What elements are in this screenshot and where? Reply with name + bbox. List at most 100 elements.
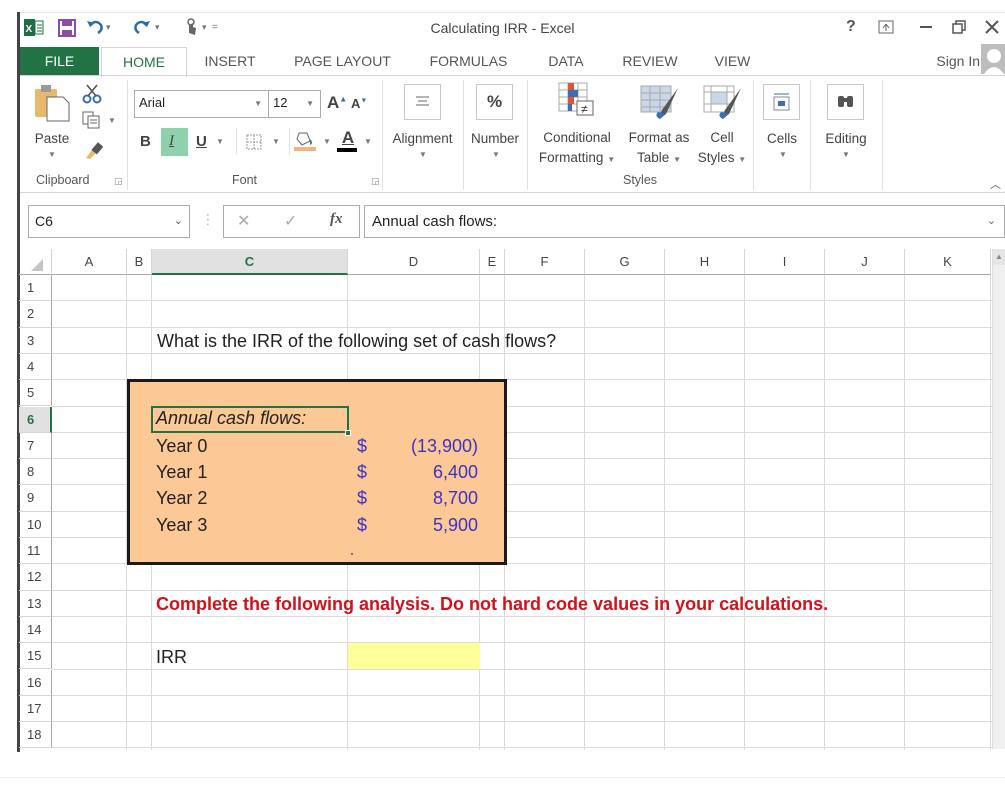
row-header-11[interactable]: 11	[19, 538, 52, 565]
format-painter-icon[interactable]	[84, 140, 104, 160]
cash-flow-value[interactable]: (13,900)	[380, 436, 478, 457]
bold-button[interactable]: B	[140, 133, 151, 150]
name-box[interactable]: C6 ⌄	[28, 205, 190, 238]
italic-button-highlight[interactable]	[161, 128, 188, 156]
fill-handle[interactable]	[345, 430, 351, 436]
collapse-ribbon-icon[interactable]: ︿	[990, 176, 1001, 192]
cash-flow-label[interactable]: Year 1	[156, 462, 207, 483]
row-header-10[interactable]: 10	[19, 511, 52, 538]
help-button[interactable]: ?	[846, 18, 856, 36]
row-header-8[interactable]: 8	[19, 459, 52, 486]
cell-c15-irr-label[interactable]: IRR	[156, 647, 187, 668]
cash-flow-label[interactable]: Year 2	[156, 488, 207, 509]
fill-color-dropdown-icon[interactable]: ▼	[323, 137, 331, 146]
clipboard-launcher-icon[interactable]: ◲	[114, 176, 123, 187]
cells-dropdown-icon[interactable]: ▼	[779, 150, 787, 159]
tab-review[interactable]: REVIEW	[614, 47, 686, 76]
row-header-16[interactable]: 16	[19, 669, 52, 696]
underline-dropdown-icon[interactable]: ▼	[216, 137, 224, 146]
tab-view[interactable]: VIEW	[705, 47, 760, 76]
font-launcher-icon[interactable]: ◲	[371, 176, 380, 187]
ribbon-display-options-icon[interactable]	[878, 20, 894, 34]
insert-function-button[interactable]: fx	[330, 211, 343, 228]
tab-page-layout[interactable]: PAGE LAYOUT	[285, 47, 400, 76]
minimize-icon[interactable]	[920, 26, 932, 28]
row-header-4[interactable]: 4	[19, 353, 52, 381]
borders-dropdown-icon[interactable]: ▼	[272, 137, 280, 146]
font-name-select[interactable]: Arial ▼	[134, 90, 269, 118]
cells-icon[interactable]	[763, 84, 800, 120]
cancel-icon[interactable]: ✕	[237, 211, 250, 231]
column-header-j[interactable]: J	[825, 249, 905, 275]
underline-button[interactable]: U	[196, 133, 207, 150]
cash-flow-label[interactable]: Year 3	[156, 515, 207, 536]
cash-flow-value[interactable]: 8,700	[380, 488, 478, 509]
tab-formulas[interactable]: FORMULAS	[420, 47, 517, 76]
number-button[interactable]: Number	[466, 129, 524, 149]
row-header-1[interactable]: 1	[19, 275, 52, 302]
row-header-9[interactable]: 9	[19, 485, 52, 512]
alignment-button[interactable]: Alignment	[385, 129, 460, 149]
editing-button[interactable]: Editing	[818, 129, 874, 149]
column-header-d[interactable]: D	[348, 249, 480, 275]
row-header-3[interactable]: 3	[19, 327, 52, 354]
cells-button[interactable]: Cells	[760, 129, 804, 149]
sign-in-link[interactable]: Sign In	[925, 47, 980, 76]
row-header-12[interactable]: 12	[19, 564, 52, 591]
font-color-icon[interactable]: A	[337, 129, 359, 153]
cell-c3-question[interactable]: What is the IRR of the following set of …	[157, 331, 556, 352]
alignment-icon[interactable]	[404, 84, 441, 120]
row-header-2[interactable]: 2	[19, 301, 52, 328]
italic-button[interactable]: I	[169, 133, 174, 150]
cell-styles-button[interactable]: Cell Styles ▼	[692, 128, 752, 170]
cell-c13-instruction[interactable]: Complete the following analysis. Do not …	[156, 594, 828, 615]
font-color-dropdown-icon[interactable]: ▼	[364, 137, 372, 146]
restore-icon[interactable]	[952, 20, 966, 34]
close-icon[interactable]	[985, 20, 999, 34]
decrease-font-size-button[interactable]: A▼	[351, 96, 367, 111]
paste-button[interactable]: Paste	[30, 129, 74, 149]
editing-icon[interactable]	[827, 84, 864, 120]
borders-icon[interactable]	[246, 134, 262, 150]
enter-icon[interactable]: ✓	[284, 211, 297, 231]
expand-formula-bar-icon[interactable]: ⌄	[987, 206, 996, 237]
cash-flow-value[interactable]: 5,900	[380, 515, 478, 536]
cell-d15-irr-input[interactable]	[348, 643, 480, 669]
tab-insert[interactable]: INSERT	[195, 47, 265, 76]
cash-flow-label[interactable]: Year 0	[156, 436, 207, 457]
tab-file[interactable]: FILE	[20, 47, 99, 76]
column-header-g[interactable]: G	[585, 249, 665, 275]
number-dropdown-icon[interactable]: ▼	[492, 150, 500, 159]
cash-flow-value[interactable]: 6,400	[380, 462, 478, 483]
row-header-18[interactable]: 18	[19, 722, 52, 749]
column-header-i[interactable]: I	[745, 249, 825, 275]
format-as-table-icon[interactable]	[640, 82, 680, 120]
tab-data[interactable]: DATA	[536, 47, 596, 76]
formula-input[interactable]: Annual cash flows: ⌄	[364, 205, 1005, 238]
column-header-b[interactable]: B	[127, 249, 152, 275]
paste-icon[interactable]	[33, 83, 71, 123]
vertical-scrollbar[interactable]: ▲	[992, 249, 1005, 749]
user-avatar-icon[interactable]	[981, 44, 1005, 74]
row-header-17[interactable]: 17	[19, 695, 52, 723]
editing-dropdown-icon[interactable]: ▼	[842, 150, 850, 159]
column-header-e[interactable]: E	[480, 249, 505, 275]
number-format-icon[interactable]: %	[476, 84, 513, 120]
font-size-select[interactable]: 12 ▼	[268, 90, 321, 118]
alignment-dropdown-icon[interactable]: ▼	[419, 150, 427, 159]
column-header-h[interactable]: H	[665, 249, 745, 275]
column-header-f[interactable]: F	[505, 249, 585, 275]
row-header-5[interactable]: 5	[19, 380, 52, 407]
row-header-7[interactable]: 7	[19, 432, 52, 460]
row-header-13[interactable]: 13	[19, 590, 52, 617]
increase-font-size-button[interactable]: A▲	[327, 93, 347, 113]
cell-styles-icon[interactable]	[703, 82, 743, 120]
fill-color-icon[interactable]	[294, 129, 316, 153]
cut-icon[interactable]	[82, 84, 102, 104]
row-header-6[interactable]: 6	[19, 406, 52, 433]
resize-handle-icon[interactable]: ⋮	[201, 211, 215, 228]
copy-icon[interactable]: ▼	[82, 111, 116, 129]
row-header-15[interactable]: 15	[19, 643, 52, 670]
conditional-formatting-icon[interactable]: ≠	[558, 82, 598, 120]
column-header-c[interactable]: C	[152, 249, 348, 275]
